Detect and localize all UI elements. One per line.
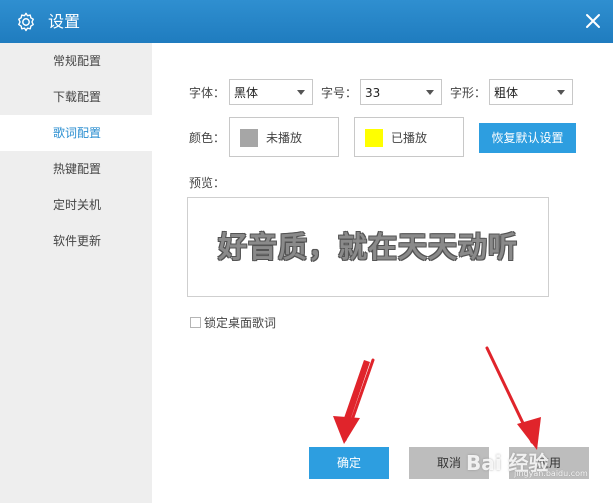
sidebar-item-timer-shutdown[interactable]: 定时关机 [0,187,152,223]
close-icon[interactable] [583,11,603,31]
unplayed-color-label: 未播放 [266,131,303,145]
sidebar-item-lyrics[interactable]: 歌词配置 [0,115,152,151]
unplayed-color-picker[interactable]: 未播放 [229,117,339,157]
font-shape-select[interactable]: 粗体 [489,79,573,105]
sidebar-item-download[interactable]: 下载配置 [0,79,152,115]
lock-desktop-lyrics-label: 锁定桌面歌词 [204,316,277,330]
color-label: 颜色： [189,131,226,145]
restore-defaults-button[interactable]: 恢复默认设置 [479,123,576,153]
chevron-down-icon [557,90,565,95]
font-shape-value: 粗体 [494,86,519,100]
lock-desktop-lyrics-checkbox[interactable] [190,317,201,328]
font-shape-label: 字形： [450,86,487,100]
played-color-swatch [365,129,383,147]
font-size-select[interactable]: 33 [360,79,442,105]
sidebar-item-software-update[interactable]: 软件更新 [0,223,152,259]
font-size-label: 字号： [321,86,358,100]
watermark-sub: jingyan.baidu.com [514,469,588,478]
sidebar-item-general[interactable]: 常规配置 [0,43,152,79]
ok-button[interactable]: 确定 [309,447,389,479]
window-title: 设置 [48,12,81,31]
lyrics-preview-box: 好音质，就在天天动听 [187,197,549,297]
lyrics-preview-text: 好音质，就在天天动听 [217,230,518,264]
preview-label: 预览： [189,176,226,190]
sidebar: 常规配置 下载配置 歌词配置 热键配置 定时关机 软件更新 [0,43,152,503]
font-family-select[interactable]: 黑体 [229,79,313,105]
chevron-down-icon [426,90,434,95]
title-bar: 设置 [0,0,613,43]
font-family-label: 字体： [189,86,226,100]
sidebar-item-hotkeys[interactable]: 热键配置 [0,151,152,187]
font-family-value: 黑体 [234,86,259,100]
watermark: Bai 经验 jingyan.baidu.com [466,441,606,481]
gear-icon [18,12,34,32]
font-size-value: 33 [365,86,381,100]
lyrics-settings-panel: 字体： 黑体 字号： 33 字形： 粗体 颜色： 未播放 已播放 恢复默认设置 … [152,43,613,503]
chevron-down-icon [297,90,305,95]
played-color-picker[interactable]: 已播放 [354,117,464,157]
played-color-label: 已播放 [391,131,428,145]
unplayed-color-swatch [240,129,258,147]
